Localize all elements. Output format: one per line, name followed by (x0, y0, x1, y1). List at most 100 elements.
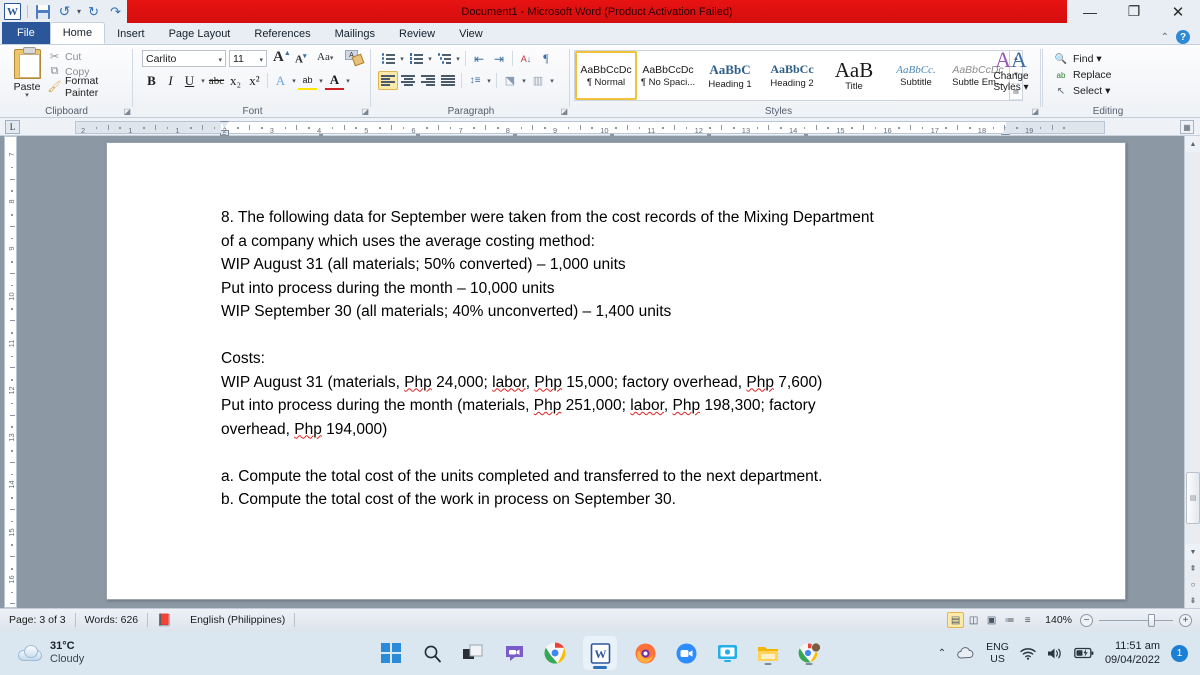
document-paragraph[interactable]: a. Compute the total cost of the units c… (221, 465, 1001, 489)
document-paragraph[interactable]: overhead, Php 194,000) (221, 418, 1001, 442)
vertical-scrollbar[interactable]: ▲ ▤ ▼ ⇞ ○ ⇟ (1184, 136, 1200, 608)
bold-button[interactable]: B (142, 71, 161, 90)
help-icon[interactable]: ? (1176, 30, 1190, 44)
grow-font-button[interactable]: A▲ (273, 49, 291, 66)
show-formatting-marks-button[interactable]: ¶ (536, 49, 556, 68)
styles-dialog-launcher[interactable]: ◪ (1031, 107, 1039, 116)
borders-button[interactable]: ▥ (528, 71, 548, 90)
borders-dropdown-icon[interactable]: ▾ (548, 77, 556, 85)
justify-button[interactable] (438, 71, 458, 90)
find-button[interactable]: 🔍 Find ▾ (1048, 51, 1112, 67)
clear-formatting-icon[interactable]: A (345, 49, 365, 67)
align-right-button[interactable] (418, 71, 438, 90)
scroll-down-button[interactable]: ▼ (1185, 544, 1200, 560)
document-paragraph[interactable]: WIP August 31 (materials, Php 24,000; la… (221, 371, 1001, 395)
subscript-button[interactable]: x₂ (226, 71, 245, 90)
shrink-font-button[interactable]: A▾ (295, 52, 306, 66)
tab-page-layout[interactable]: Page Layout (157, 23, 243, 44)
zoom-slider-track[interactable] (1099, 613, 1173, 627)
numbering-dropdown-icon[interactable]: ▾ (426, 55, 434, 63)
restore-button[interactable]: ❐ (1112, 0, 1156, 23)
chevron-down-icon[interactable]: ▾ (218, 56, 222, 64)
bullets-button[interactable] (378, 49, 398, 68)
cut-button[interactable]: ✂ Cut (48, 49, 133, 64)
select-button[interactable]: ↖ Select ▾ (1048, 83, 1112, 99)
paste-dropdown-icon[interactable]: ▾ (8, 92, 46, 99)
tab-review[interactable]: Review (387, 23, 447, 44)
next-page-icon[interactable]: ⇟ (1185, 592, 1200, 608)
document-paragraph[interactable]: 8. The following data for September were… (221, 206, 1001, 230)
page-indicator[interactable]: Page: 3 of 3 (0, 612, 75, 629)
redo-icon[interactable]: ↻ (84, 3, 103, 21)
paragraph-dialog-launcher[interactable]: ◪ (560, 107, 568, 116)
format-painter-button[interactable]: 🖌 Format Painter (48, 75, 133, 99)
tab-references[interactable]: References (242, 23, 322, 44)
zoom-icon[interactable] (673, 640, 699, 666)
multilevel-dropdown-icon[interactable]: ▾ (454, 55, 462, 63)
google-chrome-icon[interactable] (542, 640, 568, 666)
view-ruler-button[interactable]: ▦ (1180, 120, 1194, 134)
style-item-heading-2[interactable]: AaBbCc Heading 2 (761, 51, 823, 100)
start-button-icon[interactable] (378, 640, 404, 666)
document-page[interactable]: 8. The following data for September were… (106, 142, 1126, 600)
zoom-level-label[interactable]: 140% (1037, 614, 1080, 626)
word-count[interactable]: Words: 626 (76, 612, 148, 629)
document-paragraph[interactable]: Put into process during the month (mater… (221, 394, 1001, 418)
zoom-slider-thumb[interactable] (1148, 613, 1155, 627)
font-name-input[interactable]: Carlito ▾ (142, 50, 226, 67)
scroll-up-button[interactable]: ▲ (1185, 136, 1200, 152)
text-effects-button[interactable]: A (271, 71, 290, 90)
bullets-dropdown-icon[interactable]: ▾ (398, 55, 406, 63)
font-color-button[interactable]: A (325, 71, 344, 90)
zoom-in-button[interactable]: + (1179, 613, 1192, 627)
print-layout-view-button[interactable]: ▤ (947, 612, 965, 628)
scrollbar-thumb[interactable]: ▤ (1186, 472, 1200, 524)
undo-icon[interactable]: ↺ (55, 3, 74, 21)
undo-dropdown-icon[interactable]: ▾ (77, 7, 81, 16)
language-indicator[interactable]: English (Philippines) (181, 612, 294, 629)
close-button[interactable]: ✕ (1156, 0, 1200, 23)
repeat-icon[interactable]: ↷ (106, 3, 125, 21)
document-paragraph[interactable]: WIP September 30 (all materials; 40% unc… (221, 300, 1001, 324)
line-spacing-dropdown-icon[interactable]: ▾ (485, 77, 493, 85)
tab-insert[interactable]: Insert (105, 23, 157, 44)
document-paragraph[interactable]: Put into process during the month – 10,0… (221, 277, 1001, 301)
clipboard-dialog-launcher[interactable]: ◪ (123, 107, 131, 116)
minimize-button[interactable]: — (1068, 0, 1112, 23)
increase-indent-button[interactable]: ⇥ (489, 49, 509, 68)
tab-home[interactable]: Home (49, 22, 106, 44)
save-icon[interactable] (33, 3, 52, 21)
document-text-body[interactable]: 8. The following data for September were… (221, 206, 1001, 512)
text-effects-dropdown-icon[interactable]: ▾ (290, 77, 298, 85)
proofing-errors-icon[interactable]: 📕 (148, 612, 181, 629)
tab-stop-selector[interactable]: L (5, 120, 20, 134)
select-browse-object-icon[interactable]: ○ (1185, 576, 1200, 592)
chrome-profile-icon[interactable] (796, 640, 822, 666)
microsoft-word-icon[interactable]: W (583, 636, 617, 670)
tab-view[interactable]: View (447, 23, 495, 44)
decrease-indent-button[interactable]: ⇤ (469, 49, 489, 68)
style-item-heading-1[interactable]: AaBbC Heading 1 (699, 51, 761, 100)
sort-button[interactable]: A ↓ (516, 49, 536, 68)
shading-button[interactable]: ⬔ (500, 71, 520, 90)
task-view-icon[interactable] (460, 640, 486, 666)
outline-view-button[interactable]: ≔ (1001, 612, 1018, 628)
file-explorer-icon[interactable] (755, 640, 781, 666)
underline-dropdown-icon[interactable]: ▾ (199, 77, 207, 85)
document-paragraph[interactable]: Costs: (221, 347, 1001, 371)
font-dialog-launcher[interactable]: ◪ (361, 107, 369, 116)
screen-app-icon[interactable] (714, 640, 740, 666)
superscript-button[interactable]: x² (245, 71, 264, 90)
align-left-button[interactable] (378, 71, 398, 90)
font-size-input[interactable]: 11 ▾ (229, 50, 267, 67)
shading-dropdown-icon[interactable]: ▾ (520, 77, 528, 85)
word-logo-icon[interactable]: W (3, 3, 22, 21)
style-item-no-spacing[interactable]: AaBbCcDc ¶ No Spaci... (637, 51, 699, 100)
teams-chat-icon[interactable] (501, 640, 527, 666)
align-center-button[interactable] (398, 71, 418, 90)
highlight-dropdown-icon[interactable]: ▾ (317, 77, 325, 85)
paste-button[interactable]: Paste ▾ (8, 47, 46, 99)
horizontal-ruler[interactable]: 2 1 1 2 3 4 5 6 7 8 9 10 11 12 13 14 15 16 17 18 19 (75, 121, 1105, 136)
zoom-out-button[interactable]: − (1080, 613, 1093, 627)
tab-mailings[interactable]: Mailings (323, 23, 387, 44)
